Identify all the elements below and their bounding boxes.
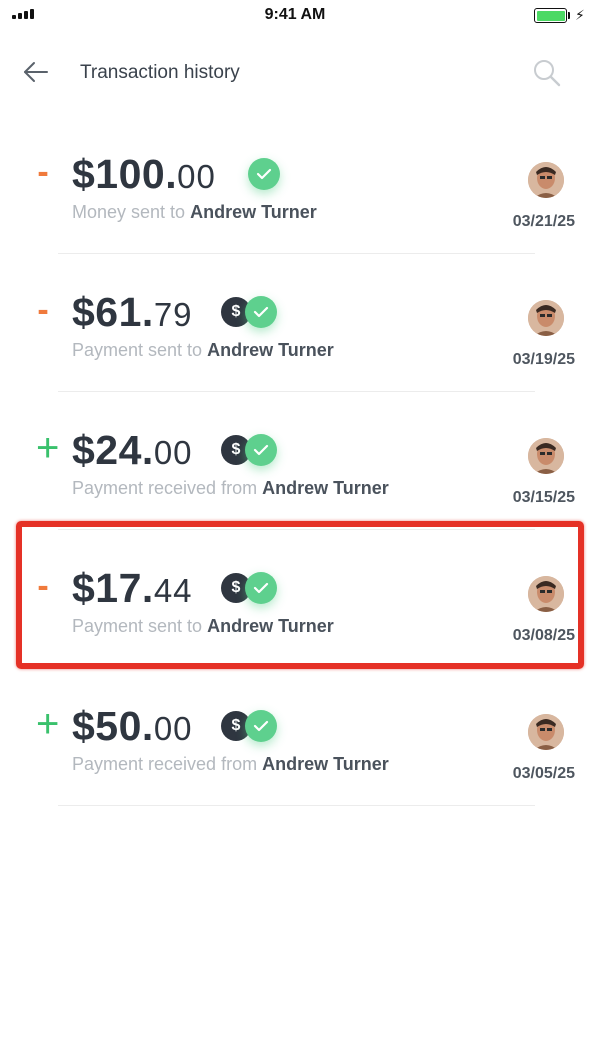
counterparty-name: Andrew Turner <box>262 754 389 774</box>
transaction-sign: - <box>37 567 49 605</box>
verified-check-icon <box>248 158 280 190</box>
transaction-date: 03/08/25 <box>512 627 575 644</box>
transaction-description: Money sent to Andrew Turner <box>72 202 317 222</box>
verified-check-icon <box>245 296 277 328</box>
divider <box>58 805 535 806</box>
search-button[interactable] <box>530 56 564 90</box>
transaction-row[interactable]: - $61.79 $ Payment sent to Andrew Turner… <box>0 276 590 414</box>
transaction-date: 03/19/25 <box>512 351 575 368</box>
transaction-sign: + <box>36 702 60 746</box>
divider <box>58 391 535 392</box>
page-title: Transaction history <box>80 62 240 83</box>
transaction-description: Payment received from Andrew Turner <box>72 754 389 774</box>
avatar <box>528 714 564 750</box>
search-icon <box>534 60 561 87</box>
divider <box>58 253 535 254</box>
transaction-date: 03/05/25 <box>512 765 575 782</box>
transaction-amount: $24.00 <box>72 427 193 473</box>
header: Transaction history <box>0 48 590 98</box>
verified-check-icon <box>245 572 277 604</box>
transaction-list: - $100.00 Money sent to Andrew Turner 03… <box>0 138 590 828</box>
transaction-row[interactable]: + $24.00 $ Payment received from Andrew … <box>0 414 590 552</box>
avatar <box>528 438 564 474</box>
verified-check-icon <box>245 710 277 742</box>
counterparty-name: Andrew Turner <box>207 340 334 360</box>
charging-icon: ⚡ <box>575 7 585 23</box>
avatar <box>528 300 564 336</box>
battery-icon <box>534 8 567 23</box>
counterparty-name: Andrew Turner <box>207 616 334 636</box>
divider <box>58 529 535 530</box>
transaction-row[interactable]: + $50.00 $ Payment received from Andrew … <box>0 690 590 828</box>
status-time: 9:41 AM <box>264 6 326 23</box>
transaction-row[interactable]: - $100.00 Money sent to Andrew Turner 03… <box>0 138 590 276</box>
transaction-description: Payment sent to Andrew Turner <box>72 340 334 360</box>
avatar <box>528 162 564 198</box>
transaction-amount: $61.79 <box>72 289 193 335</box>
transaction-description: Payment sent to Andrew Turner <box>72 616 334 636</box>
arrow-left-icon <box>24 62 48 82</box>
transaction-sign: - <box>37 291 49 329</box>
verified-check-icon <box>245 434 277 466</box>
transaction-date: 03/15/25 <box>512 489 575 506</box>
transaction-row[interactable]: - $17.44 $ Payment sent to Andrew Turner… <box>0 552 590 690</box>
transaction-description: Payment received from Andrew Turner <box>72 478 389 498</box>
counterparty-name: Andrew Turner <box>262 478 389 498</box>
transaction-amount: $100.00 <box>72 151 216 197</box>
back-button[interactable] <box>20 56 52 88</box>
transaction-amount: $17.44 <box>72 565 193 611</box>
divider <box>58 667 535 668</box>
transaction-sign: + <box>36 426 60 470</box>
avatar <box>528 576 564 612</box>
status-bar: 9:41 AM ⚡ <box>0 0 590 32</box>
transaction-date: 03/21/25 <box>512 213 575 230</box>
transaction-sign: - <box>37 153 49 191</box>
counterparty-name: Andrew Turner <box>190 202 317 222</box>
transaction-amount: $50.00 <box>72 703 193 749</box>
